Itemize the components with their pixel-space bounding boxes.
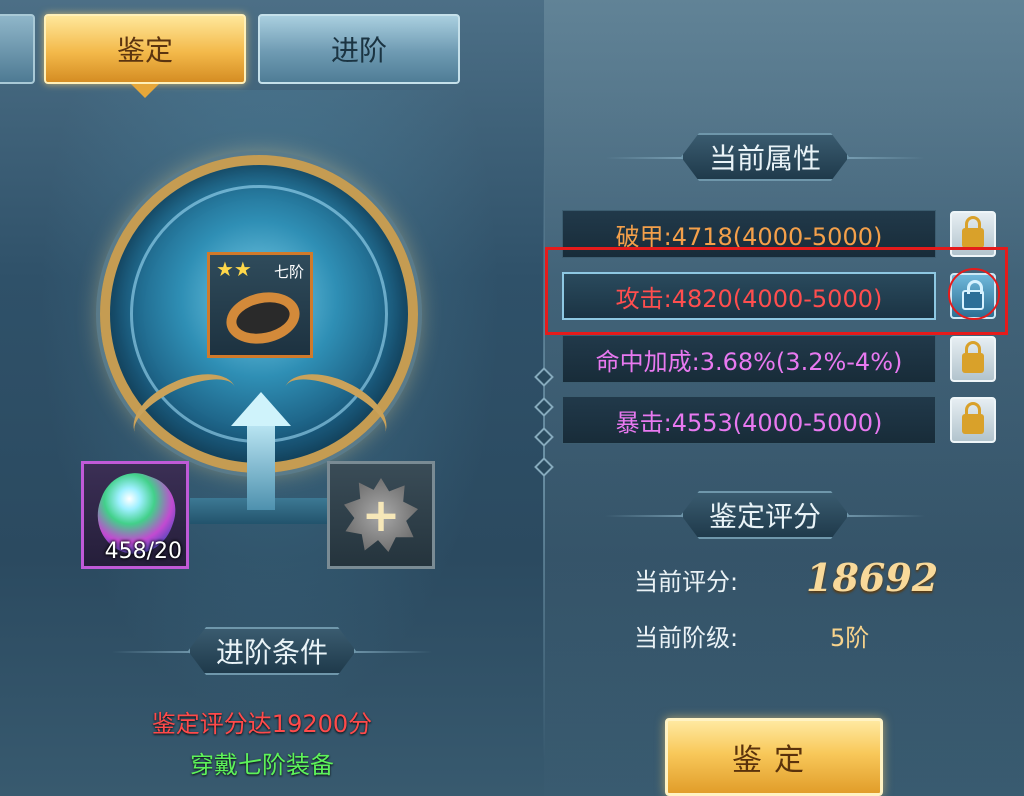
item-star-icons: ★★ [216, 257, 252, 281]
current-score-value: 18692 [806, 555, 939, 600]
current-attributes-header: 当前属性 [605, 130, 925, 184]
tab-advance[interactable]: 进阶 [258, 14, 460, 84]
annotation-highlight-circle [948, 268, 1000, 320]
advance-conditions-title: 进阶条件 [188, 627, 356, 675]
upgrade-arrow-icon [231, 392, 291, 426]
unlocked-icon [962, 341, 984, 373]
annotation-highlight-box [545, 247, 1008, 335]
upgrade-arrow-stem [247, 420, 275, 510]
equipment-item-slot[interactable]: ★★ 七阶 [207, 252, 313, 358]
attribute-row-hit-bonus[interactable]: 命中加成:3.68%(3.2%-4%) [562, 335, 936, 383]
add-symbol: + [361, 488, 401, 542]
tab-identify-label: 鉴定 [116, 34, 173, 67]
material-gem-slot[interactable]: 458/20 [81, 461, 189, 569]
unlocked-icon [962, 402, 984, 434]
lock-button-critical[interactable] [950, 397, 996, 443]
add-icon: + [344, 478, 418, 552]
unlocked-icon [962, 216, 984, 248]
identify-button[interactable]: 鉴定 [665, 718, 883, 796]
condition-equipment: 穿戴七阶装备 [190, 751, 334, 779]
identify-score-header: 鉴定评分 [605, 488, 925, 542]
identify-button-label: 鉴定 [732, 743, 816, 778]
current-score-label: 当前评分: [634, 568, 739, 596]
gem-count: 458/20 [104, 539, 182, 564]
identify-score-title: 鉴定评分 [681, 491, 849, 539]
tab-identify[interactable]: 鉴定 [44, 14, 246, 84]
attribute-row-critical[interactable]: 暴击:4553(4000-5000) [562, 396, 936, 444]
current-attributes-title: 当前属性 [681, 133, 849, 181]
tab-partial-left[interactable] [0, 14, 35, 84]
add-material-slot[interactable]: + [327, 461, 435, 569]
attribute-text: 暴击:4553(4000-5000) [615, 408, 883, 437]
tab-advance-label: 进阶 [330, 34, 387, 67]
lock-button-hit-bonus[interactable] [950, 336, 996, 382]
current-grade-value: 5阶 [830, 624, 870, 652]
ring-icon [221, 285, 305, 351]
condition-score: 鉴定评分达19200分 [151, 710, 373, 738]
current-grade-label: 当前阶级: [634, 624, 739, 652]
attribute-text: 命中加成:3.68%(3.2%-4%) [595, 347, 903, 376]
panel-divider [543, 150, 545, 760]
item-grade-label: 七阶 [273, 263, 304, 281]
advance-conditions-header: 进阶条件 [112, 624, 432, 678]
